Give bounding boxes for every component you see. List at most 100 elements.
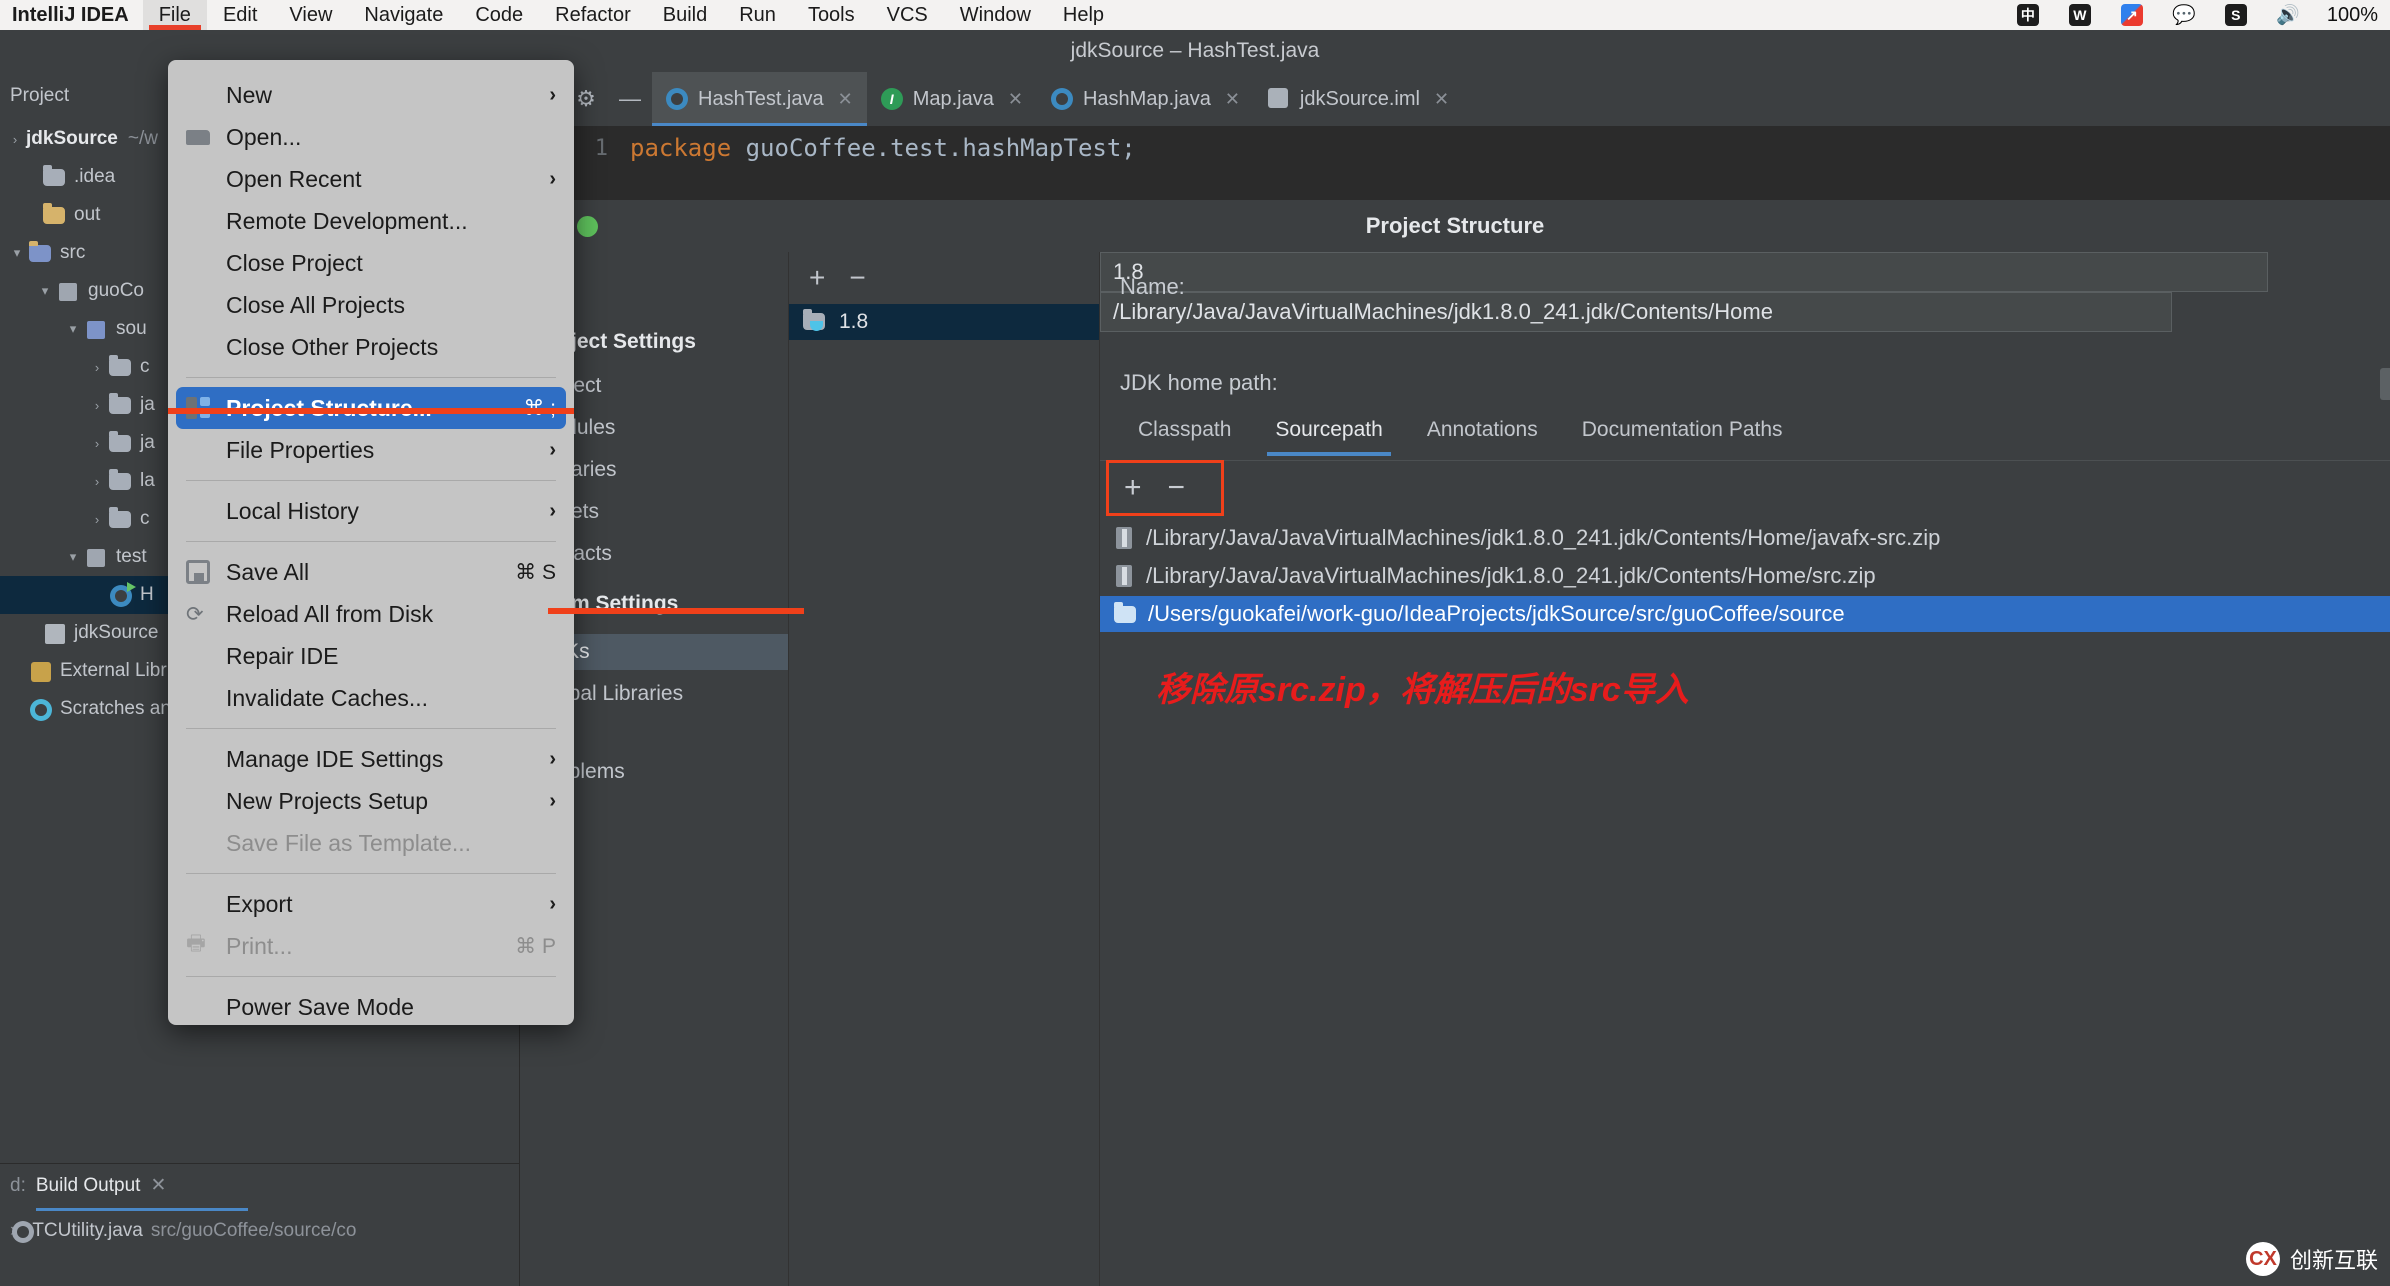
chevron-down-icon[interactable]: ▾ [6, 245, 28, 261]
build-output-row[interactable]: › TCUtility.java src/guoCoffee/source/co [10, 1220, 356, 1243]
browse-folder-button[interactable] [2380, 368, 2390, 400]
menu-item-save-all[interactable]: Save All ⌘ S [168, 551, 574, 593]
editor-tab-map[interactable]: I Map.java ✕ [867, 72, 1037, 126]
chevron-right-icon[interactable]: › [86, 436, 108, 451]
sdk-list[interactable]: 1.8 [789, 304, 1099, 340]
menu-item-close-all-projects[interactable]: Close All Projects [168, 284, 574, 326]
menu-item-label: Close Other Projects [226, 333, 439, 360]
chevron-down-icon[interactable]: ▾ [34, 283, 56, 299]
folder-open-icon [186, 128, 226, 147]
watermark-logo-icon: CX [2245, 1242, 2280, 1276]
chevron-right-icon[interactable]: › [86, 398, 108, 413]
editor-toolbar-and-tabs: ← ⚙ — HashTest.java ✕ I Map.java ✕ HashM… [520, 72, 2390, 126]
tab-classpath[interactable]: Classpath [1116, 418, 1253, 456]
tab-annotations[interactable]: Annotations [1405, 418, 1560, 456]
menu-item-reload-all-from-disk[interactable]: ⟳ Reload All from Disk [168, 593, 574, 635]
menu-item-power-save-mode[interactable]: Power Save Mode [168, 986, 574, 1028]
editor-tab-hashmap[interactable]: HashMap.java ✕ [1037, 72, 1254, 126]
menubar-item-help[interactable]: Help [1047, 0, 1120, 30]
menu-item-local-history[interactable]: Local History › [168, 490, 574, 532]
wechat-icon[interactable]: 💬 [2171, 3, 2197, 27]
chevron-down-icon[interactable]: ▾ [62, 321, 84, 337]
annotation-line-file-menu [168, 408, 574, 414]
chevron-right-icon: › [549, 789, 556, 812]
zoom-window-dot[interactable] [577, 216, 598, 237]
menu-item-close-project[interactable]: Close Project [168, 242, 574, 284]
tab-sourcepath[interactable]: Sourcepath [1253, 418, 1404, 456]
menu-item-close-other-projects[interactable]: Close Other Projects [168, 326, 574, 368]
menubar-item-window[interactable]: Window [944, 0, 1047, 30]
menu-item-remote-development[interactable]: Remote Development... [168, 200, 574, 242]
editor-tab-hashtest[interactable]: HashTest.java ✕ [652, 72, 867, 126]
menu-item-manage-ide-settings[interactable]: Manage IDE Settings › [168, 738, 574, 780]
remove-sdk-button[interactable]: − [849, 262, 865, 294]
menubar-status-icons: 中 W ↗ 💬 S 🔊 100% [2015, 0, 2390, 30]
menubar-item-refactor[interactable]: Refactor [539, 0, 647, 30]
menubar-item-file[interactable]: File [142, 0, 207, 30]
tree-label: la [140, 470, 155, 491]
menubar-item-tools[interactable]: Tools [792, 0, 871, 30]
menu-item-open[interactable]: Open... [168, 116, 574, 158]
menu-item-file-properties[interactable]: File Properties › [168, 429, 574, 471]
source-folder-icon [84, 546, 110, 568]
sync-icon[interactable]: ↗ [2119, 3, 2145, 27]
build-output-tab[interactable]: d: Build Output ✕ [10, 1174, 166, 1197]
tab-documentation-paths[interactable]: Documentation Paths [1560, 418, 1805, 456]
menu-item-label: Repair IDE [226, 642, 339, 669]
menu-item-new-projects-setup[interactable]: New Projects Setup › [168, 780, 574, 822]
chevron-right-icon[interactable]: › [4, 132, 26, 147]
jdk-home-path-input[interactable]: /Library/Java/JavaVirtualMachines/jdk1.8… [1100, 292, 2172, 332]
zip-icon [1114, 526, 1134, 550]
add-sdk-button[interactable]: + [809, 262, 825, 294]
close-icon[interactable]: ✕ [838, 89, 853, 110]
menubar-item-vcs[interactable]: VCS [871, 0, 944, 30]
sdk-name-input[interactable]: 1.8 [1100, 252, 2268, 292]
menu-item-label: Save All [226, 558, 310, 585]
project-structure-body: → Project Settings Project Modules Libra… [520, 252, 2390, 1286]
file-menu-dropdown[interactable]: New › Open... Open Recent › Remote Devel… [168, 60, 574, 1025]
menu-item-invalidate-caches[interactable]: Invalidate Caches... [168, 677, 574, 719]
menu-item-new[interactable]: New › [168, 74, 574, 116]
menu-item-export[interactable]: Export › [168, 883, 574, 925]
menubar-item-edit[interactable]: Edit [207, 0, 273, 30]
menu-item-open-recent[interactable]: Open Recent › [168, 158, 574, 200]
jdk-home-path-value: /Library/Java/JavaVirtualMachines/jdk1.8… [1113, 299, 1773, 324]
volume-icon[interactable]: 🔊 [2275, 3, 2301, 27]
sourcepath-row[interactable]: /Library/Java/JavaVirtualMachines/jdk1.8… [1100, 520, 2390, 556]
project-structure-titlebar: Project Structure [520, 200, 2390, 252]
editor-tab-iml[interactable]: jdkSource.iml ✕ [1254, 72, 1463, 126]
chevron-right-icon[interactable]: › [86, 512, 108, 527]
menubar-item-build[interactable]: Build [647, 0, 723, 30]
chevron-down-icon[interactable]: ▾ [62, 549, 84, 565]
editor-code-line[interactable]: 1 package guoCoffee.test.hashMapTest; [520, 126, 2390, 170]
chevron-right-icon: › [549, 499, 556, 522]
sogou-icon[interactable]: S [2223, 3, 2249, 27]
sourcepath-row[interactable]: /Library/Java/JavaVirtualMachines/jdk1.8… [1100, 558, 2390, 594]
menubar-item-navigate[interactable]: Navigate [348, 0, 459, 30]
chevron-right-icon[interactable]: › [86, 360, 108, 375]
tabs-divider [1100, 460, 2390, 461]
close-icon[interactable]: ✕ [1225, 89, 1240, 110]
java-class-icon [108, 582, 136, 607]
input-method-icon[interactable]: 中 [2015, 3, 2041, 27]
sdk-list-item[interactable]: 1.8 [789, 304, 1099, 340]
close-icon[interactable]: ✕ [1434, 89, 1449, 110]
build-output-panel: d: Build Output ✕ › TCUtility.java src/g… [0, 1163, 520, 1256]
code-keyword: package [630, 134, 732, 162]
scratch-icon [28, 698, 54, 721]
menubar-item-run[interactable]: Run [723, 0, 792, 30]
sdk-detail-panel: Name: 1.8 JDK home path: /Library/Java/J… [1099, 252, 2390, 1286]
editor-tab-label: HashMap.java [1082, 87, 1211, 110]
close-icon[interactable]: ✕ [1008, 89, 1023, 110]
tree-label: c [140, 508, 150, 529]
minimize-icon[interactable]: — [608, 72, 652, 126]
chevron-right-icon[interactable]: › [86, 474, 108, 489]
menu-item-repair-ide[interactable]: Repair IDE [168, 635, 574, 677]
code-rest: guoCoffee.test.hashMapTest; [731, 134, 1136, 162]
wps-icon[interactable]: W [2067, 3, 2093, 27]
close-icon[interactable]: ✕ [150, 1174, 166, 1197]
tree-label: .idea [74, 166, 116, 187]
menubar-item-code[interactable]: Code [459, 0, 539, 30]
menubar-item-view[interactable]: View [273, 0, 348, 30]
sourcepath-row-selected[interactable]: /Users/guokafei/work-guo/IdeaProjects/jd… [1100, 596, 2390, 632]
